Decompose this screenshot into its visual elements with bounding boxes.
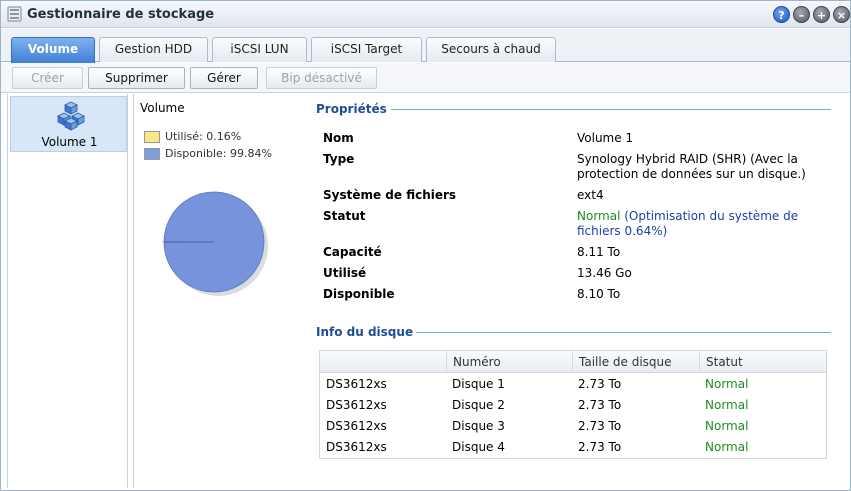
volume-list-item-label: Volume 1 — [41, 135, 98, 149]
cell-status: Normal — [705, 419, 749, 433]
cell-size: 2.73 To — [578, 419, 622, 433]
prop-status-value: Normal (Optimisation du système de fichi… — [577, 209, 807, 239]
prop-capacity-value: 8.11 To — [577, 245, 621, 259]
volume-list: Volume 1 — [7, 94, 128, 488]
storage-manager-icon — [7, 6, 22, 22]
legend-used-swatch — [144, 131, 160, 143]
cell-status: Normal — [705, 377, 749, 391]
disk-info-divider — [416, 332, 831, 333]
beep-button[interactable]: Bip désactivé — [266, 67, 377, 89]
usage-pie-chart — [162, 191, 268, 296]
tab-iscsi-target[interactable]: iSCSI Target — [311, 37, 422, 62]
cell-model: DS3612xs — [326, 440, 387, 454]
volume-cubes-icon — [57, 101, 85, 131]
col-header-size[interactable]: Taille de disque — [572, 351, 699, 373]
prop-status-key: Statut — [323, 209, 366, 223]
delete-button[interactable]: Supprimer — [88, 67, 185, 89]
toolbar: Créer Supprimer Gérer Bip désactivé — [1, 63, 850, 93]
prop-available-key: Disponible — [323, 287, 395, 301]
prop-filesystem-value: ext4 — [577, 188, 604, 202]
tab-gestion-hdd[interactable]: Gestion HDD — [99, 37, 208, 62]
minimize-icon[interactable]: – — [793, 6, 810, 23]
prop-name-key: Nom — [323, 131, 354, 145]
properties-section-title: Propriétés — [316, 102, 387, 116]
cell-number: Disque 3 — [452, 419, 505, 433]
volume-list-item[interactable]: Volume 1 — [10, 96, 127, 152]
disk-info-section-title: Info du disque — [316, 325, 414, 339]
tab-iscsi-lun[interactable]: iSCSI LUN — [212, 37, 307, 62]
table-row[interactable]: DS3612xs Disque 2 2.73 To Normal — [320, 395, 826, 416]
cell-status: Normal — [705, 440, 749, 454]
prop-type-key: Type — [323, 152, 355, 166]
prop-capacity-key: Capacité — [323, 245, 382, 259]
tab-volume[interactable]: Volume — [11, 37, 95, 63]
prop-used-key: Utilisé — [323, 266, 367, 280]
help-icon[interactable]: ? — [773, 6, 790, 23]
properties-divider — [391, 109, 831, 110]
col-header-model[interactable] — [320, 351, 446, 373]
prop-name-value: Volume 1 — [577, 131, 634, 145]
storage-manager-window: Gestionnaire de stockage ? – + × Volume … — [0, 0, 851, 491]
col-header-status[interactable]: Statut — [699, 351, 826, 373]
prop-filesystem-key: Système de fichiers — [323, 188, 457, 202]
disk-table-header: Numéro Taille de disque Statut — [320, 351, 826, 373]
cell-size: 2.73 To — [578, 440, 622, 454]
cell-model: DS3612xs — [326, 419, 387, 433]
legend-available-swatch — [144, 148, 160, 160]
table-row[interactable]: DS3612xs Disque 1 2.73 To Normal — [320, 374, 826, 395]
cell-status: Normal — [705, 398, 749, 412]
prop-used-value: 13.46 Go — [577, 266, 632, 280]
disk-table: Numéro Taille de disque Statut DS3612xs … — [319, 350, 827, 459]
prop-available-value: 8.10 To — [577, 287, 621, 301]
cell-size: 2.73 To — [578, 398, 622, 412]
cell-model: DS3612xs — [326, 377, 387, 391]
table-row[interactable]: DS3612xs Disque 3 2.73 To Normal — [320, 416, 826, 437]
maximize-icon[interactable]: + — [813, 6, 830, 23]
col-header-number[interactable]: Numéro — [446, 351, 572, 373]
tab-secours-a-chaud[interactable]: Secours à chaud — [426, 37, 556, 62]
cell-size: 2.73 To — [578, 377, 622, 391]
usage-chart-panel: Volume Utilisé: 0.16% Disponible: 99.84% — [133, 94, 303, 488]
cell-number: Disque 4 — [452, 440, 505, 454]
title-bar: Gestionnaire de stockage ? – + × — [1, 1, 850, 28]
status-normal-text: Normal — [577, 209, 621, 223]
table-row[interactable]: DS3612xs Disque 4 2.73 To Normal — [320, 437, 826, 458]
window-title: Gestionnaire de stockage — [27, 7, 215, 22]
cell-number: Disque 2 — [452, 398, 505, 412]
legend-used-label: Utilisé: 0.16% — [165, 130, 242, 143]
manage-button[interactable]: Gérer — [190, 67, 258, 89]
legend-available-label: Disponible: 99.84% — [165, 147, 272, 160]
create-button[interactable]: Créer — [12, 67, 83, 89]
prop-type-value: Synology Hybrid RAID (SHR) (Avec la prot… — [577, 152, 806, 181]
close-icon[interactable]: × — [833, 6, 850, 23]
chart-title: Volume — [140, 101, 185, 115]
tab-bar: Volume Gestion HDD iSCSI LUN iSCSI Targe… — [1, 29, 850, 63]
cell-number: Disque 1 — [452, 377, 505, 391]
cell-model: DS3612xs — [326, 398, 387, 412]
